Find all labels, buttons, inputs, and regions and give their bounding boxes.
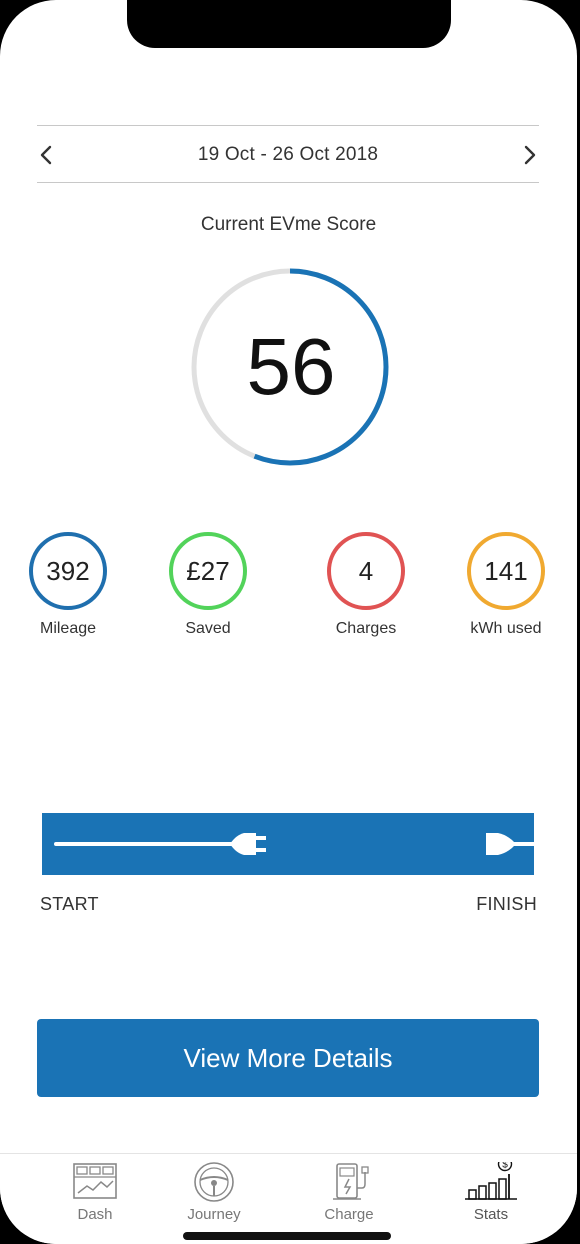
- stat-mileage[interactable]: 392 Mileage: [13, 532, 123, 638]
- device-notch: [127, 0, 451, 48]
- stat-charges-value: 4: [327, 532, 405, 610]
- tab-charge-label: Charge: [324, 1206, 374, 1223]
- plug-icon: [54, 833, 266, 855]
- date-range-label: 19 Oct - 26 Oct 2018: [197, 144, 379, 165]
- finish-label: FINISH: [476, 894, 537, 914]
- score-title: Current EVme Score: [200, 214, 377, 235]
- chevron-right-icon[interactable]: [519, 144, 539, 166]
- stat-mileage-label: Mileage: [39, 620, 97, 637]
- stat-kwh-value: 141: [467, 532, 545, 610]
- stat-saved[interactable]: £27 Saved: [153, 532, 263, 638]
- stat-saved-value: £27: [169, 532, 247, 610]
- socket-icon: [486, 833, 534, 855]
- charge-progress-bar: [42, 813, 534, 875]
- home-indicator: [183, 1232, 391, 1240]
- bottom-tab-bar: Dash Journey Charge $ Stats: [0, 1153, 577, 1244]
- stat-mileage-value: 392: [29, 532, 107, 610]
- dashboard-icon: [73, 1163, 117, 1199]
- tab-stats-label: Stats: [473, 1206, 509, 1223]
- score-value: 56: [246, 322, 336, 411]
- date-range-navigator: 19 Oct - 26 Oct 2018: [37, 125, 539, 183]
- phone-frame: 19 Oct - 26 Oct 2018 Current EVme Score …: [0, 0, 580, 1244]
- svg-text:$: $: [502, 1162, 508, 1171]
- tab-journey[interactable]: Journey: [154, 1154, 274, 1234]
- tab-stats[interactable]: $ Stats: [431, 1154, 551, 1234]
- tab-dash[interactable]: Dash: [35, 1154, 155, 1234]
- stat-charges[interactable]: 4 Charges: [311, 532, 421, 638]
- stat-kwh-used[interactable]: 141 kWh used: [451, 532, 561, 638]
- view-more-details-button[interactable]: View More Details: [37, 1019, 539, 1097]
- stat-saved-label: Saved: [185, 620, 231, 637]
- tab-journey-label: Journey: [187, 1206, 241, 1223]
- stat-kwh-label: kWh used: [470, 620, 542, 637]
- app-screen: 19 Oct - 26 Oct 2018 Current EVme Score …: [0, 0, 577, 1244]
- stat-charges-label: Charges: [335, 620, 397, 637]
- steering-wheel-icon: [194, 1162, 234, 1202]
- tab-charge[interactable]: Charge: [289, 1154, 409, 1234]
- bar-chart-dollar-icon: $: [465, 1162, 517, 1200]
- start-label: START: [40, 894, 99, 914]
- charging-station-icon: [333, 1163, 369, 1200]
- tab-dash-label: Dash: [77, 1206, 113, 1223]
